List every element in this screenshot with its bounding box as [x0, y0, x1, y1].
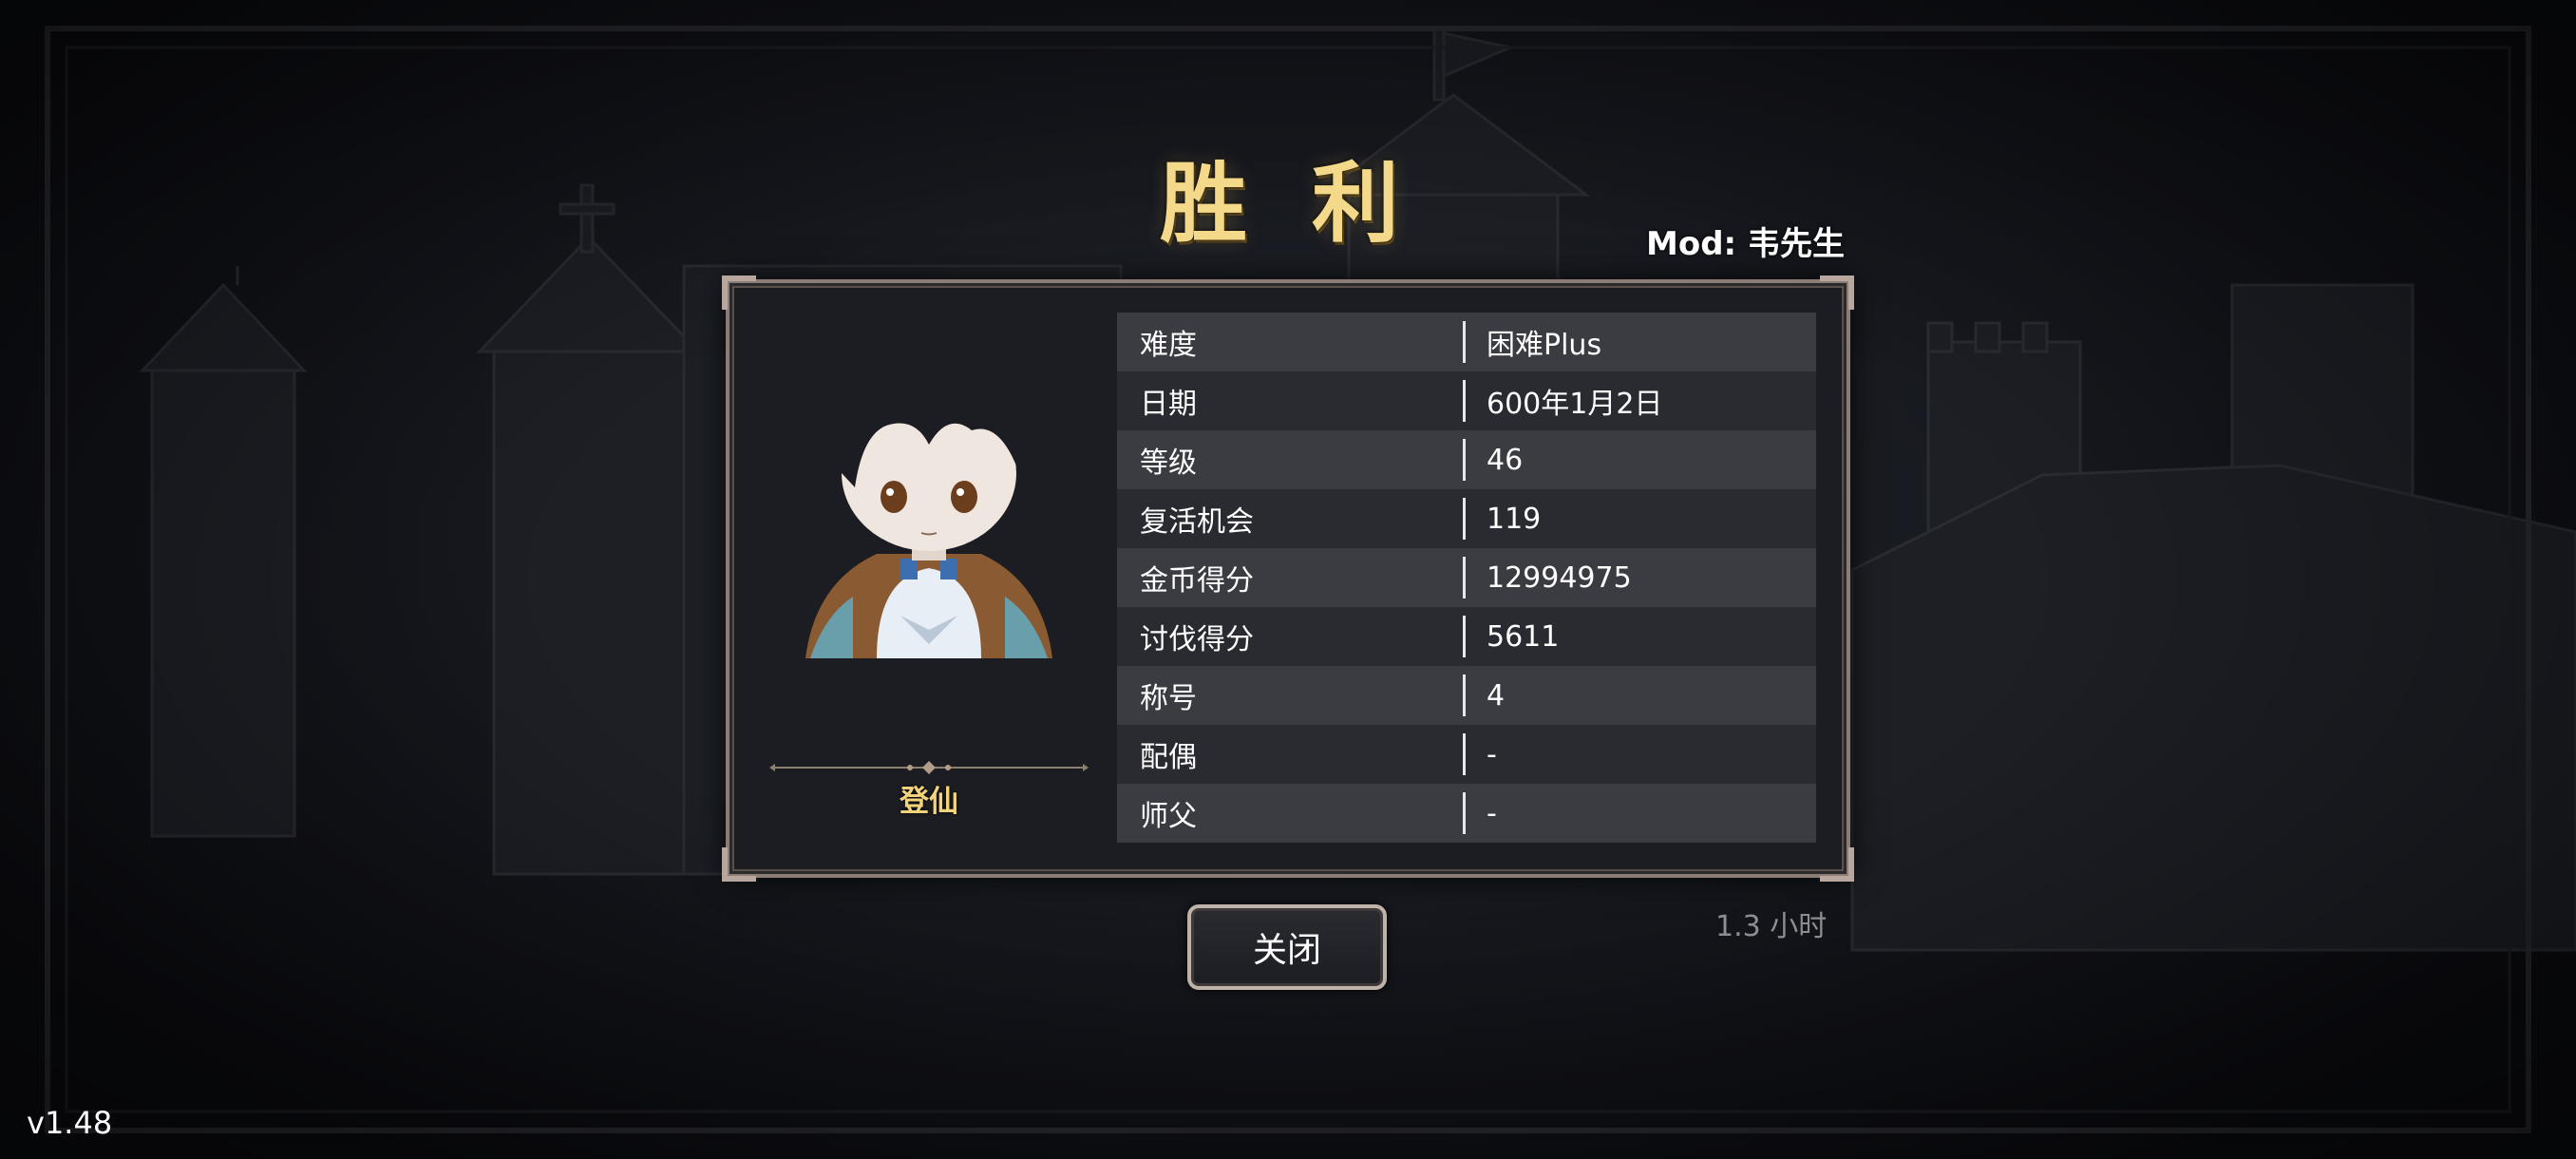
mod-label: Mod: 韦先生	[1646, 225, 1845, 263]
stat-value: 119	[1487, 502, 1542, 536]
stat-label: 师父	[1140, 800, 1197, 833]
stat-value: 5611	[1487, 619, 1560, 654]
stat-value: -	[1487, 796, 1497, 830]
stat-row-revive-chances: 复活机会 119	[1117, 489, 1816, 548]
stat-value: 46	[1487, 443, 1524, 477]
version-label: v1.48	[27, 1105, 113, 1141]
stat-row-master: 师父 -	[1117, 784, 1816, 843]
stat-value: 4	[1487, 678, 1506, 712]
stat-label: 金币得分	[1140, 564, 1254, 598]
frame-corner	[1820, 276, 1854, 310]
victory-title: 胜 利	[1159, 153, 1417, 255]
frame-corner	[722, 276, 756, 310]
frame-corner	[722, 847, 756, 882]
stat-label: 配偶	[1140, 741, 1197, 774]
character-portrait	[805, 340, 1052, 658]
stat-label: 日期	[1140, 388, 1197, 421]
stat-row-level: 等级 46	[1117, 430, 1816, 489]
stats-table: 难度 困难Plus 日期 600年1月2日 等级 46 复活机会 119 金币得…	[1117, 313, 1816, 843]
character-name: 登仙	[900, 785, 958, 819]
stat-row-spouse: 配偶 -	[1117, 725, 1816, 784]
stat-label: 称号	[1140, 682, 1197, 715]
stat-label: 等级	[1140, 446, 1197, 480]
stat-row-date: 日期 600年1月2日	[1117, 371, 1816, 430]
stat-label: 复活机会	[1140, 505, 1254, 539]
ornament-divider	[769, 761, 1089, 774]
stat-value: 困难Plus	[1487, 329, 1602, 362]
result-panel: 登仙 难度 困难Plus 日期 600年1月2日 等级 46 复活机会 119	[722, 276, 1854, 882]
stat-row-conquest-score: 讨伐得分 5611	[1117, 607, 1816, 666]
stat-value: 600年1月2日	[1487, 388, 1663, 421]
stat-value: 12994975	[1487, 560, 1632, 595]
stat-label: 讨伐得分	[1140, 623, 1254, 656]
play-time: 1.3 小时	[1715, 910, 1828, 943]
stat-value: -	[1487, 737, 1497, 771]
frame-corner	[1820, 847, 1854, 882]
stat-row-titles: 称号 4	[1117, 666, 1816, 725]
close-button[interactable]: 关闭	[1187, 904, 1387, 990]
stat-label: 难度	[1140, 329, 1197, 362]
victory-screen: 胜 利 Mod: 韦先生 登仙 难度 困难Plus 日期 600年1月2日 等级…	[0, 0, 2576, 1159]
stat-row-difficulty: 难度 困难Plus	[1117, 313, 1816, 371]
stat-row-gold-score: 金币得分 12994975	[1117, 548, 1816, 607]
